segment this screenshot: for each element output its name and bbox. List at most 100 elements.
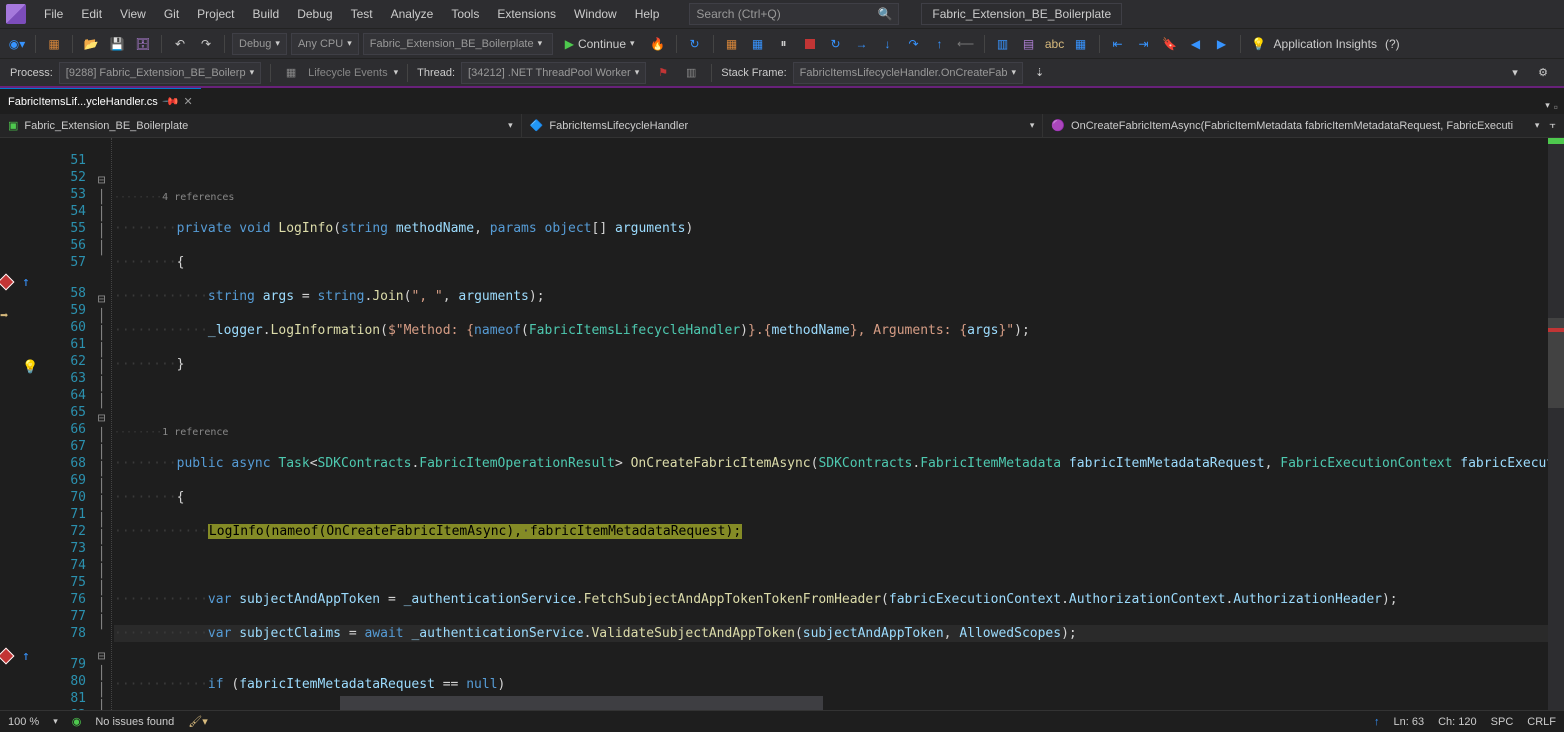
scroll-arrow-icon[interactable]: ↑: [1374, 716, 1380, 728]
lifecycle-icon[interactable]: ▦: [280, 62, 302, 84]
fold-toggle[interactable]: ⊟: [92, 291, 111, 308]
fold-toggle[interactable]: ⊟: [92, 648, 111, 665]
step-over-button[interactable]: ↷: [903, 33, 925, 55]
nav-class[interactable]: 🔷 FabricItemsLifecycleHandler ▾: [522, 114, 1044, 137]
hot-reload-button[interactable]: 🔥: [647, 33, 669, 55]
new-item-button[interactable]: ▦: [43, 33, 65, 55]
line-indicator[interactable]: Ln: 63: [1394, 716, 1425, 728]
thread-label: Thread:: [417, 67, 455, 79]
toolbar-chevron[interactable]: ▾: [1504, 62, 1526, 84]
stackframe-combo[interactable]: FabricItemsLifecycleHandler.OnCreateFab▾: [793, 62, 1023, 84]
save-button[interactable]: 💾: [106, 33, 128, 55]
glyph-margin[interactable]: ➡: [0, 138, 22, 724]
settings-gear-icon[interactable]: ⚙: [1532, 62, 1554, 84]
lightbulb-icon[interactable]: 💡: [22, 359, 44, 376]
hint-icon[interactable]: 💡: [1248, 33, 1270, 55]
menu-build[interactable]: Build: [245, 3, 288, 25]
step-back-button[interactable]: ⟵: [955, 33, 977, 55]
bookmark-button[interactable]: 🔖: [1159, 33, 1181, 55]
overflow-icon[interactable]: ⇣: [1029, 62, 1051, 84]
tool4-button[interactable]: ▦: [1070, 33, 1092, 55]
indent-left-button[interactable]: ⇤: [1107, 33, 1129, 55]
tab-overflow[interactable]: ▾: [1545, 100, 1550, 114]
zoom-level[interactable]: 100 %: [8, 716, 39, 728]
step-out-button[interactable]: ↑: [929, 33, 951, 55]
menu-help[interactable]: Help: [627, 3, 668, 25]
app-insights-label[interactable]: Application Insights: [1274, 37, 1377, 51]
menu-tools[interactable]: Tools: [443, 3, 487, 25]
lineending-indicator[interactable]: CRLF: [1527, 716, 1556, 728]
lifecycle-label[interactable]: Lifecycle Events: [308, 67, 387, 79]
search-icon: 🔍: [877, 7, 892, 21]
menu-analyze[interactable]: Analyze: [383, 3, 442, 25]
split-icon[interactable]: ⫟: [1549, 119, 1556, 132]
horizontal-scrollbar[interactable]: [340, 696, 1548, 710]
breakpoint-l58[interactable]: [0, 274, 22, 291]
pause-button[interactable]: ⏸: [773, 33, 795, 55]
undo-button[interactable]: ↶: [169, 33, 191, 55]
menubar: FileEditViewGitProjectBuildDebugTestAnal…: [0, 0, 1564, 28]
stop-button[interactable]: [799, 33, 821, 55]
close-icon[interactable]: ✕: [183, 95, 192, 108]
toolbox-button[interactable]: ▦: [747, 33, 769, 55]
stackframe-label: Stack Frame:: [721, 67, 786, 79]
next-stmt-button[interactable]: →: [851, 33, 873, 55]
startup-combo[interactable]: Fabric_Extension_BE_Boilerplate▾: [363, 33, 553, 55]
process-combo[interactable]: [9288] Fabric_Extension_BE_Boilerp▾: [59, 62, 261, 84]
nav-project[interactable]: ▣ Fabric_Extension_BE_Boilerplate ▾: [0, 114, 522, 137]
tab-add-icon[interactable]: ▫: [1554, 100, 1558, 114]
continue-button[interactable]: ▶Continue▾: [557, 33, 643, 55]
prev-bookmark-button[interactable]: ◀: [1185, 33, 1207, 55]
search-input[interactable]: Search (Ctrl+Q) 🔍: [689, 3, 899, 25]
indent-right-button[interactable]: ⇥: [1133, 33, 1155, 55]
code-editor[interactable]: ➡ ↑ 💡 ↑ 51525354555657585960616263646566…: [0, 138, 1564, 698]
menu-window[interactable]: Window: [566, 3, 625, 25]
tool1-button[interactable]: ▥: [992, 33, 1014, 55]
menu-view[interactable]: View: [112, 3, 154, 25]
config-combo[interactable]: Debug▾: [232, 33, 287, 55]
menu-edit[interactable]: Edit: [73, 3, 110, 25]
thread-tool-icon[interactable]: ▥: [680, 62, 702, 84]
outlining-margin[interactable]: ⊟ ││││ ⊟ ││││││ ⊟ ││││││││││││ ⊟ │││: [92, 138, 112, 724]
pin-icon[interactable]: 📌: [161, 92, 180, 111]
help-icon[interactable]: (?): [1385, 37, 1400, 51]
open-file-button[interactable]: 📂: [80, 33, 102, 55]
nav-back-button[interactable]: ◉▾: [6, 33, 28, 55]
browser-link-button[interactable]: ▦: [721, 33, 743, 55]
col-indicator[interactable]: Ch: 120: [1438, 716, 1477, 728]
menu-file[interactable]: File: [36, 3, 71, 25]
error-indicator-icon[interactable]: ◉: [72, 715, 82, 728]
line-numbers: 5152535455565758596061626364656667686970…: [44, 138, 92, 724]
class-icon: 🔷: [530, 119, 544, 132]
status-bar: 100 % ▾ ◉ No issues found 🖌▾ ↑ Ln: 63 Ch…: [0, 710, 1564, 732]
fold-toggle[interactable]: ⊟: [92, 172, 111, 189]
menu-project[interactable]: Project: [189, 3, 242, 25]
step-into-button[interactable]: ↓: [877, 33, 899, 55]
nav-method[interactable]: 🟣 OnCreateFabricItemAsync(FabricItemMeta…: [1043, 114, 1564, 137]
menu-test[interactable]: Test: [343, 3, 381, 25]
nav-project-label: Fabric_Extension_BE_Boilerplate: [24, 120, 188, 132]
brush-icon[interactable]: 🖌▾: [188, 715, 208, 728]
fold-toggle[interactable]: ⊟: [92, 410, 111, 427]
save-all-button[interactable]: 🗄: [132, 33, 154, 55]
breakpoint-l79[interactable]: [0, 648, 22, 665]
tool2-button[interactable]: ▤: [1018, 33, 1040, 55]
restart-button[interactable]: ↻: [684, 33, 706, 55]
refresh-button[interactable]: ↻: [825, 33, 847, 55]
indicator-margin[interactable]: ↑ 💡 ↑: [22, 138, 44, 724]
next-bookmark-button[interactable]: ▶: [1211, 33, 1233, 55]
platform-combo[interactable]: Any CPU▾: [291, 33, 359, 55]
redo-button[interactable]: ↷: [195, 33, 217, 55]
flag-icon[interactable]: ⚑: [652, 62, 674, 84]
issues-text[interactable]: No issues found: [95, 716, 174, 728]
app-title: Fabric_Extension_BE_Boilerplate: [921, 3, 1122, 25]
spaces-indicator[interactable]: SPC: [1491, 716, 1514, 728]
code-content[interactable]: ········4 references ········private voi…: [112, 138, 1548, 724]
tool3-button[interactable]: abc: [1044, 33, 1066, 55]
thread-combo[interactable]: [34212] .NET ThreadPool Worker▾: [461, 62, 646, 84]
file-tab[interactable]: FabricItemsLif...ycleHandler.cs 📌 ✕: [0, 88, 201, 114]
menu-debug[interactable]: Debug: [289, 3, 340, 25]
menu-extensions[interactable]: Extensions: [489, 3, 564, 25]
overview-ruler[interactable]: [1548, 138, 1564, 724]
menu-git[interactable]: Git: [156, 3, 187, 25]
